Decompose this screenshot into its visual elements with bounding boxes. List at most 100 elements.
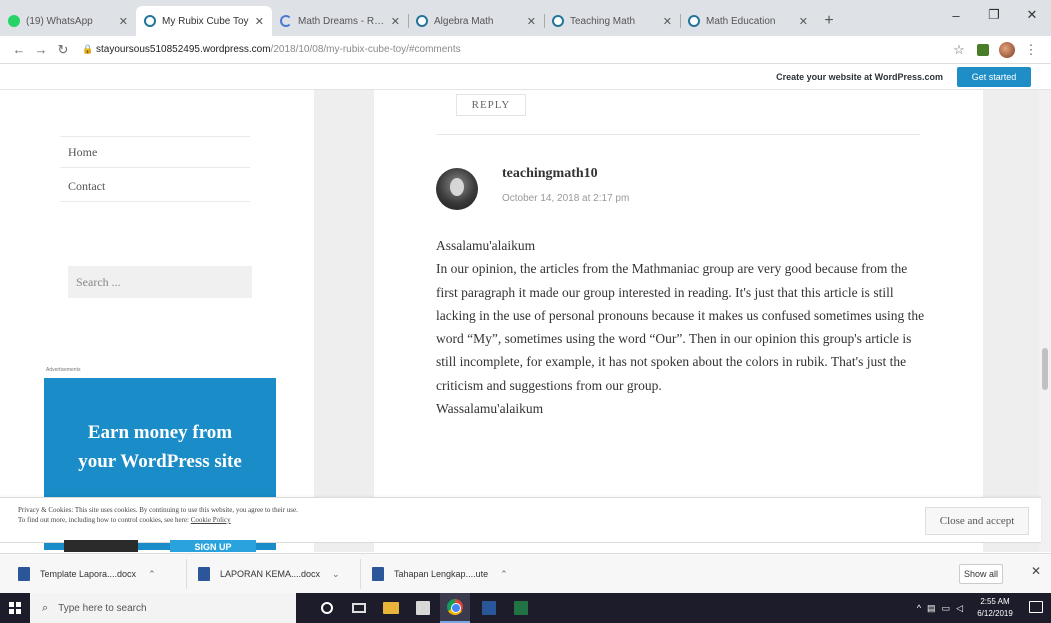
tab-algebra-math[interactable]: Algebra Math ✕ (408, 6, 544, 36)
download-item[interactable]: Tahapan Lengkap....ute ⌃ (360, 559, 508, 589)
commenter-avatar[interactable] (436, 168, 478, 210)
tab-teaching-math[interactable]: Teaching Math ✕ (544, 6, 680, 36)
close-icon[interactable]: ✕ (663, 15, 672, 28)
browser-tab-strip: (19) WhatsApp ✕ My Rubix Cube Toy ✕ Math… (0, 0, 1051, 36)
cookie-more-info: To find out more, including how to contr… (18, 516, 231, 524)
close-icon[interactable]: ✕ (391, 15, 400, 28)
whatsapp-icon (8, 15, 20, 27)
tab-label: Math Education (706, 15, 776, 27)
word-file-icon (372, 567, 384, 581)
word-file-icon (198, 567, 210, 581)
page-scrollbar[interactable] (1039, 90, 1051, 552)
chevron-up-icon[interactable]: ⌃ (500, 569, 508, 580)
minimize-icon[interactable]: – (937, 0, 975, 30)
chevron-up-icon[interactable]: ⌃ (148, 569, 156, 580)
tab-label: Math Dreams - Result (298, 15, 387, 27)
taskbar-search[interactable]: ⌕ Type here to search (30, 593, 296, 623)
tab-math-education[interactable]: Math Education ✕ (680, 6, 816, 36)
forward-icon[interactable]: → (30, 42, 52, 57)
store-icon[interactable] (408, 593, 438, 623)
browser-toolbar: ← → ↻ 🔒 stayoursous510852495.wordpress.c… (0, 36, 1051, 64)
screen: (19) WhatsApp ✕ My Rubix Cube Toy ✕ Math… (0, 0, 1051, 623)
tab-label: (19) WhatsApp (26, 15, 93, 27)
close-icon[interactable]: ✕ (799, 15, 808, 28)
chrome-icon[interactable] (440, 593, 470, 623)
task-view-icon[interactable] (344, 593, 374, 623)
download-filename: Tahapan Lengkap....ute (394, 569, 489, 579)
taskbar-search-placeholder: Type here to search (58, 602, 147, 614)
nav-divider (60, 136, 250, 137)
cookie-notice-text: Privacy & Cookies: This site uses cookie… (18, 506, 298, 514)
taskbar-clock[interactable]: 2:55 AM 6/12/2019 (975, 596, 1015, 620)
get-started-button[interactable]: Get started (957, 67, 1031, 87)
close-icon[interactable]: ✕ (119, 15, 128, 28)
windows-logo-icon (9, 602, 21, 614)
cortana-icon[interactable] (312, 593, 342, 623)
nav-home[interactable]: Home (68, 145, 97, 160)
tab-math-dreams[interactable]: Math Dreams - Result ✕ (272, 6, 408, 36)
search-icon: ⌕ (42, 601, 49, 614)
close-icon[interactable]: ✕ (1031, 564, 1041, 578)
ad-signup-button[interactable]: SIGN UP (170, 540, 256, 552)
back-icon[interactable]: ← (8, 42, 30, 57)
show-all-button[interactable]: Show all (959, 564, 1003, 584)
content-gutter-left (314, 90, 374, 552)
new-tab-icon[interactable]: + (816, 6, 842, 36)
url-host: stayoursous510852495.wordpress.com (96, 44, 271, 55)
ad-headline-line-1: Earn money from (87, 422, 233, 443)
scrollbar-thumb[interactable] (1042, 348, 1048, 390)
restore-icon[interactable]: ❐ (975, 0, 1013, 30)
start-button[interactable] (0, 593, 30, 623)
close-icon[interactable]: ✕ (527, 15, 536, 28)
close-and-accept-button[interactable]: Close and accept (925, 507, 1029, 535)
extension-icon[interactable] (971, 40, 995, 60)
excel-icon[interactable] (506, 593, 536, 623)
cookie-policy-link[interactable]: Cookie Policy (191, 516, 231, 524)
tab-rubix-cube[interactable]: My Rubix Cube Toy ✕ (136, 6, 272, 36)
ad-learn-more-button[interactable] (64, 540, 138, 552)
word-file-icon (18, 567, 30, 581)
loading-icon (280, 15, 292, 27)
windows-taskbar: ⌕ Type here to search ^ ▤ ▭ ◁ 2:55 AM 6/… (0, 593, 1051, 623)
tab-label: My Rubix Cube Toy (162, 15, 249, 27)
create-website-link[interactable]: Create your website at WordPress.com (776, 72, 943, 82)
bookmark-star-icon[interactable]: ☆ (947, 40, 971, 60)
battery-icon[interactable]: ▭ (942, 603, 951, 614)
lock-icon: 🔒 (82, 44, 94, 54)
file-explorer-icon[interactable] (376, 593, 406, 623)
tab-whatsapp[interactable]: (19) WhatsApp ✕ (0, 6, 136, 36)
reply-button[interactable]: REPLY (456, 94, 526, 116)
download-item[interactable]: Template Lapora....docx ⌃ (18, 563, 156, 585)
menu-icon[interactable]: ⋮ (1019, 40, 1043, 60)
cookie-more-prefix: To find out more, including how to contr… (18, 516, 191, 524)
tab-label: Teaching Math (570, 15, 636, 27)
content-gutter-right (983, 90, 1039, 552)
nav-divider (60, 167, 250, 168)
window-controls: – ❐ ✕ (937, 0, 1051, 30)
chevron-up-icon[interactable]: ^ (917, 603, 921, 613)
avatar-face (450, 178, 464, 196)
nav-contact[interactable]: Contact (68, 179, 105, 194)
wordpress-banner: Create your website at WordPress.com Get… (0, 64, 1051, 90)
comment-date[interactable]: October 14, 2018 at 2:17 pm (502, 193, 629, 204)
comment-author[interactable]: teachingmath10 (502, 166, 598, 182)
system-tray: ^ ▤ ▭ ◁ (911, 593, 963, 623)
network-icon[interactable]: ▤ (927, 603, 936, 614)
nav-divider (60, 201, 250, 202)
notifications-icon[interactable] (1029, 601, 1043, 613)
download-filename: Template Lapora....docx (40, 569, 137, 579)
chevron-down-icon[interactable]: ⌄ (332, 569, 340, 580)
comment-divider (436, 134, 920, 135)
word-icon[interactable] (474, 593, 504, 623)
download-item[interactable]: LAPORAN KEMA....docx ⌄ (186, 559, 340, 589)
advertisement-label: Advertisements (46, 367, 81, 373)
profile-avatar-icon[interactable] (995, 40, 1019, 60)
close-window-icon[interactable]: ✕ (1013, 0, 1051, 30)
clock-date: 6/12/2019 (977, 609, 1013, 618)
search-input[interactable] (68, 266, 252, 298)
reload-icon[interactable]: ↻ (52, 42, 74, 58)
address-bar[interactable]: 🔒 stayoursous510852495.wordpress.com /20… (82, 39, 939, 61)
page-content: REPLY Home Contact Advertisements Earn m… (0, 90, 1051, 552)
volume-icon[interactable]: ◁ (956, 603, 963, 614)
close-icon[interactable]: ✕ (255, 15, 264, 28)
